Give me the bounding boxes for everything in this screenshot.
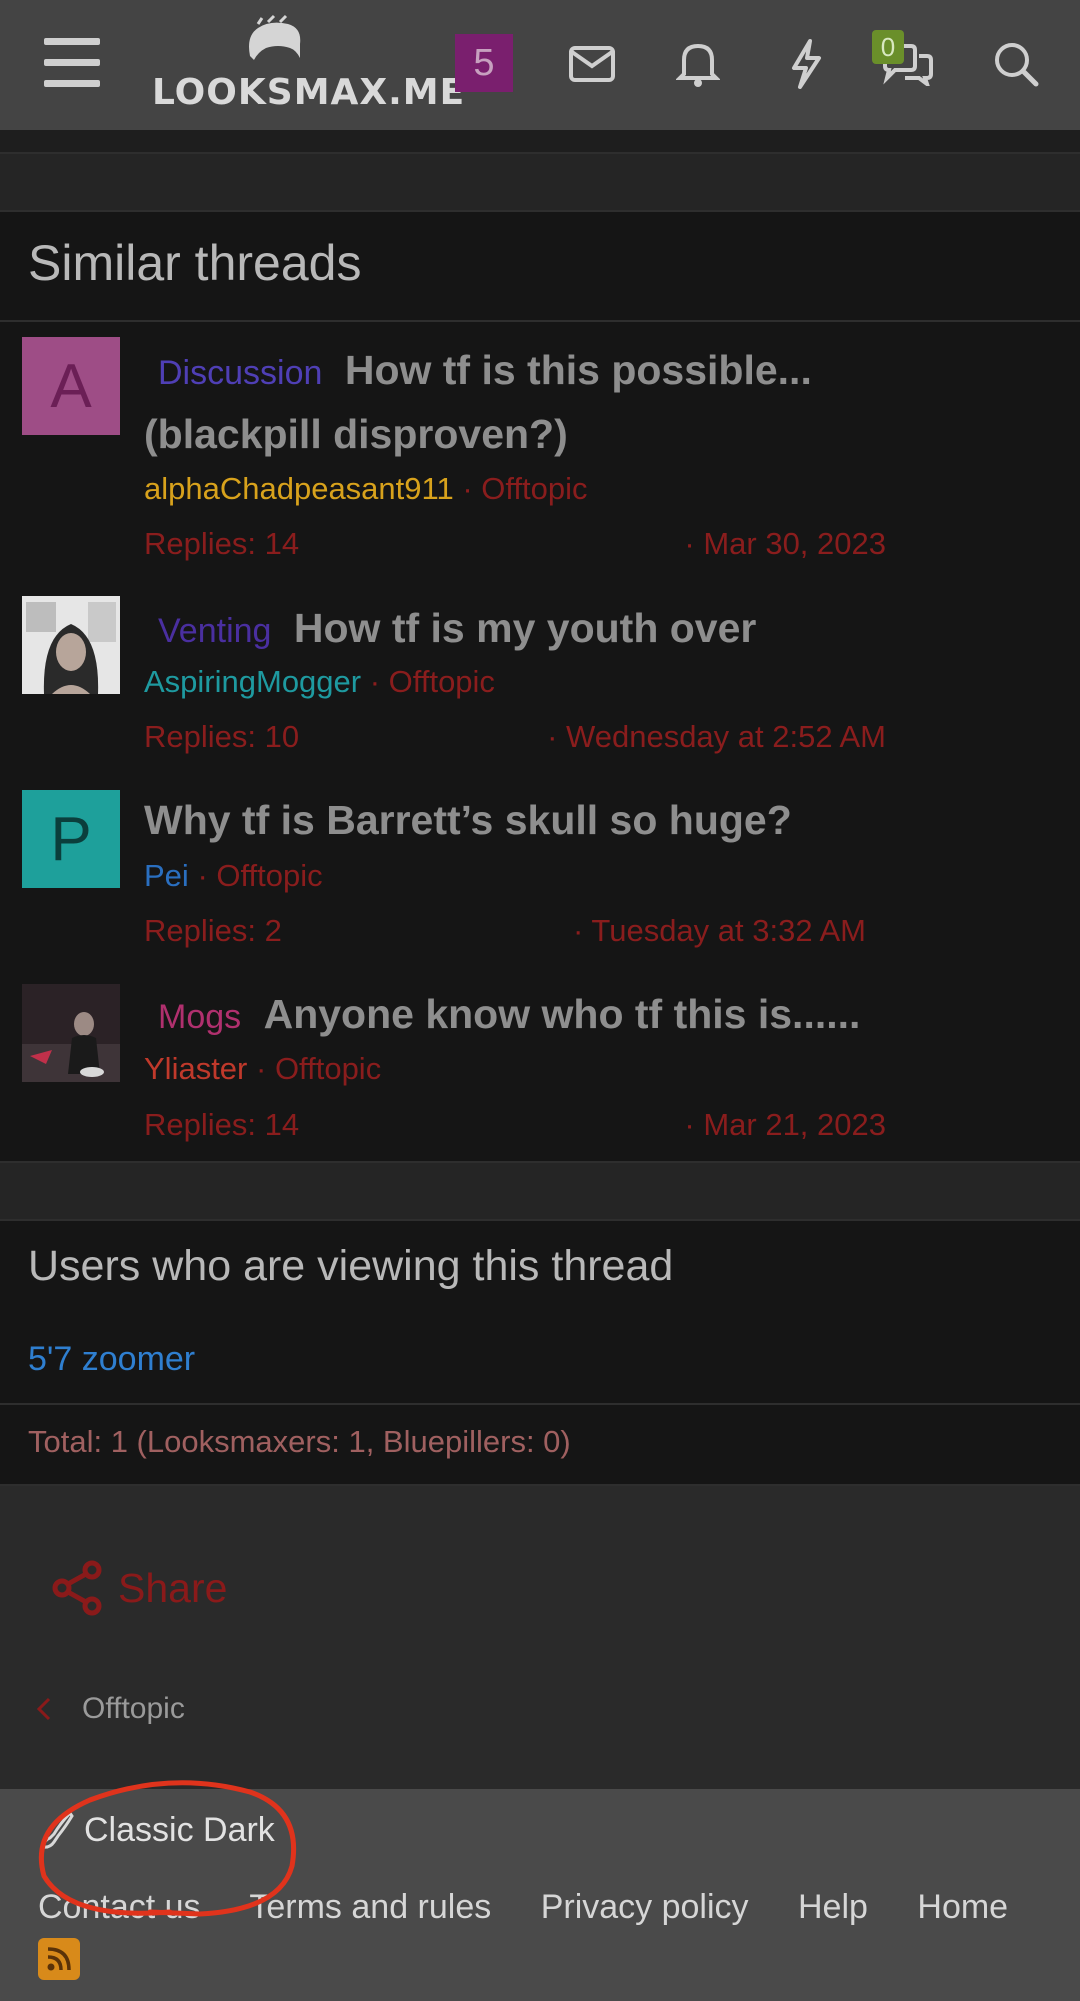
thread-date-text: Tuesday at 3:32 AM [591, 913, 866, 948]
similar-threads-heading: Similar threads [28, 235, 362, 291]
page-actions-area [0, 1486, 1080, 1789]
reply-count: Replies: 14 [144, 1107, 300, 1142]
rss-icon[interactable] [38, 1938, 80, 1980]
footer-link-home[interactable]: Home [917, 1888, 1008, 1926]
thread-author[interactable]: alphaChadpeasant911 [144, 471, 454, 506]
thread-title[interactable]: Why tf is Barrett’s skull so huge? [144, 797, 792, 843]
avatar[interactable] [22, 596, 120, 694]
thread-title[interactable]: How tf is this possible... [345, 347, 812, 393]
thread-prefix[interactable]: Mogs [158, 998, 241, 1036]
thread-date-text: Mar 21, 2023 [703, 1107, 886, 1142]
thread-author[interactable]: Pei [144, 858, 189, 893]
thread-forum[interactable]: Offtopic [216, 858, 322, 893]
menu-icon[interactable] [36, 32, 100, 96]
avatar[interactable] [22, 984, 120, 1082]
thread-author[interactable]: Yliaster [144, 1051, 247, 1086]
breadcrumb-forum[interactable]: Offtopic [82, 1692, 185, 1726]
divider [0, 320, 1080, 322]
reply-count: Replies: 10 [144, 719, 300, 754]
thread-date: · Wednesday at 2:52 AM [547, 719, 886, 754]
spacer [0, 154, 1080, 210]
search-icon[interactable] [984, 32, 1048, 96]
thread-title[interactable]: How tf is my youth over [294, 605, 756, 651]
thread-date: · Tuesday at 3:32 AM [573, 913, 866, 948]
thread-date: · Mar 21, 2023 [684, 1107, 886, 1142]
share-icon [52, 1560, 102, 1616]
divider [0, 210, 1080, 212]
divider [0, 1219, 1080, 1221]
footer-link-privacy[interactable]: Privacy policy [541, 1888, 749, 1926]
thread-date: · Mar 30, 2023 [684, 526, 886, 561]
mail-icon[interactable] [560, 32, 624, 96]
thread-forum[interactable]: Offtopic [481, 471, 587, 506]
thread-title[interactable]: Anyone know who tf this is...... [264, 991, 861, 1037]
logo-text: LOOKSMAX.ME [152, 72, 466, 113]
thread-date-text: Mar 30, 2023 [703, 526, 886, 561]
viewers-total: Total: 1 (Looksmaxers: 1, Bluepillers: 0… [28, 1424, 571, 1459]
share-label: Share [118, 1564, 228, 1611]
reply-count: Replies: 14 [144, 526, 300, 561]
share-button[interactable]: Share [52, 1560, 227, 1616]
chevron-left-icon [36, 1697, 51, 1721]
users-viewing-heading: Users who are viewing this thread [28, 1242, 674, 1290]
thread-forum[interactable]: Offtopic [389, 664, 495, 699]
footer-link-help[interactable]: Help [798, 1888, 868, 1926]
bell-icon[interactable] [666, 32, 730, 96]
avatar[interactable]: A [22, 337, 120, 435]
thread-forum[interactable]: Offtopic [275, 1051, 381, 1086]
lightning-icon[interactable] [774, 32, 838, 96]
viewing-user-link[interactable]: 5'7 zoomer [28, 1340, 195, 1379]
spacer [0, 130, 1080, 154]
breadcrumb[interactable]: Offtopic [36, 1692, 185, 1726]
spacer [0, 1163, 1080, 1219]
conversations-count-badge: 0 [872, 30, 904, 64]
thread-prefix[interactable]: Venting [158, 612, 271, 650]
thread-author[interactable]: AspiringMogger [144, 664, 361, 699]
avatar[interactable]: P [22, 790, 120, 888]
reply-count: Replies: 2 [144, 913, 282, 948]
notification-count-badge[interactable]: 5 [455, 34, 513, 92]
thread-date-text: Wednesday at 2:52 AM [566, 719, 886, 754]
top-navigation-bar: LOOKSMAX.ME 5 0 [0, 0, 1080, 130]
divider [0, 1403, 1080, 1405]
annotation-circle [38, 1780, 297, 1917]
thread-title-continued[interactable]: (blackpill disproven?) [144, 411, 568, 457]
thread-prefix[interactable]: Discussion [158, 354, 322, 392]
